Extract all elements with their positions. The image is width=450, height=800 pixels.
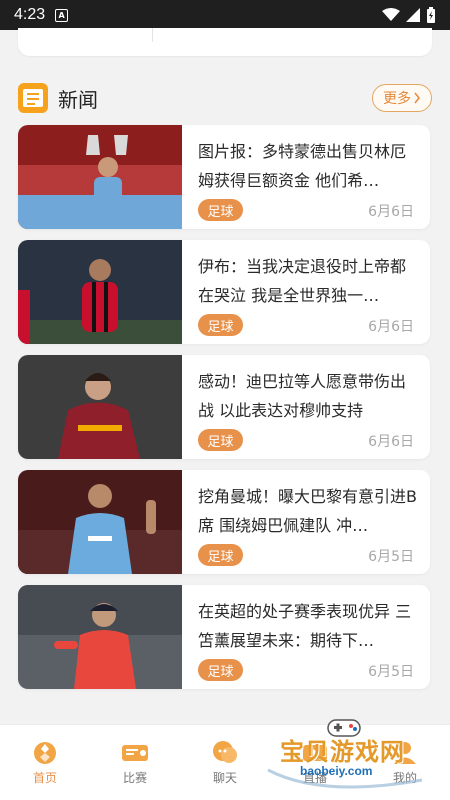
category-tag[interactable]: 足球	[198, 314, 243, 336]
news-title: 伊布：当我决定退役时上帝都在哭泣 我是全世界独一…	[198, 257, 407, 305]
match-ticket-icon	[122, 745, 148, 761]
news-section-title: 新闻	[58, 87, 98, 112]
news-title: 挖角曼城！曝大巴黎有意引进B席 围绕姆巴佩建队 冲…	[198, 487, 417, 535]
news-item[interactable]: 在英超的处子赛季表现优异 三笘薰展望未来：期待下… 足球 6月5日	[18, 585, 430, 689]
nav-profile-label: 我的	[392, 771, 417, 785]
notification-icon: A	[55, 8, 69, 22]
news-icon	[18, 83, 48, 113]
news-thumbnail	[18, 470, 182, 574]
category-tag[interactable]: 足球	[198, 199, 243, 221]
nav-home-label: 首页	[32, 771, 57, 785]
news-title: 图片报：多特蒙德出售贝林厄姆获得巨额资金 他们希…	[198, 142, 407, 190]
status-time: 4:23	[14, 6, 46, 23]
live-tv-icon	[303, 745, 327, 761]
news-date: 6月6日	[368, 319, 414, 335]
more-button[interactable]: 更多	[372, 84, 432, 112]
news-thumbnail	[18, 125, 182, 229]
signal-icon	[406, 8, 420, 22]
news-item[interactable]: 挖角曼城！曝大巴黎有意引进B席 围绕姆巴佩建队 冲… 足球 6月5日	[18, 470, 430, 574]
news-date: 6月5日	[368, 549, 414, 565]
top-card[interactable]	[18, 28, 432, 56]
news-title: 感动！迪巴拉等人愿意带伤出战 以此表达对穆帅支持	[198, 372, 407, 420]
chevron-right-icon	[414, 92, 420, 104]
news-item[interactable]: 伊布：当我决定退役时上帝都在哭泣 我是全世界独一… 足球 6月6日	[18, 240, 430, 344]
status-bar: 4:23 A	[0, 0, 450, 30]
news-item[interactable]: 感动！迪巴拉等人愿意带伤出战 以此表达对穆帅支持 足球 6月6日	[18, 355, 430, 459]
chat-bubble-icon	[213, 741, 237, 763]
battery-icon	[427, 7, 435, 23]
more-button-label: 更多	[383, 91, 411, 107]
news-section-header: 新闻 更多	[18, 80, 432, 116]
nav-live[interactable]: 直播	[280, 739, 350, 786]
profile-icon	[394, 742, 416, 764]
nav-match-label: 比赛	[122, 771, 147, 785]
news-date: 6月5日	[368, 664, 414, 680]
bottom-nav: 首页 比赛 聊天 直播 我的	[0, 724, 450, 800]
nav-live-label: 直播	[302, 771, 327, 785]
card-divider	[152, 28, 153, 42]
news-thumbnail	[18, 240, 182, 344]
news-date: 6月6日	[368, 434, 414, 450]
news-item[interactable]: 图片报：多特蒙德出售贝林厄姆获得巨额资金 他们希… 足球 6月6日	[18, 125, 430, 229]
news-date: 6月6日	[368, 204, 414, 220]
news-title: 在英超的处子赛季表现优异 三笘薰展望未来：期待下…	[198, 602, 412, 650]
category-tag[interactable]: 足球	[198, 429, 243, 451]
category-tag[interactable]: 足球	[198, 544, 243, 566]
news-thumbnail	[18, 585, 182, 689]
nav-chat-label: 聊天	[212, 771, 237, 785]
category-tag[interactable]: 足球	[198, 659, 243, 681]
news-thumbnail	[18, 355, 182, 459]
home-ball-icon	[34, 742, 56, 764]
nav-chat[interactable]: 聊天	[190, 739, 260, 786]
nav-profile[interactable]: 我的	[370, 739, 440, 786]
wifi-icon	[382, 8, 400, 21]
nav-match[interactable]: 比赛	[100, 739, 170, 786]
nav-home[interactable]: 首页	[10, 739, 80, 786]
